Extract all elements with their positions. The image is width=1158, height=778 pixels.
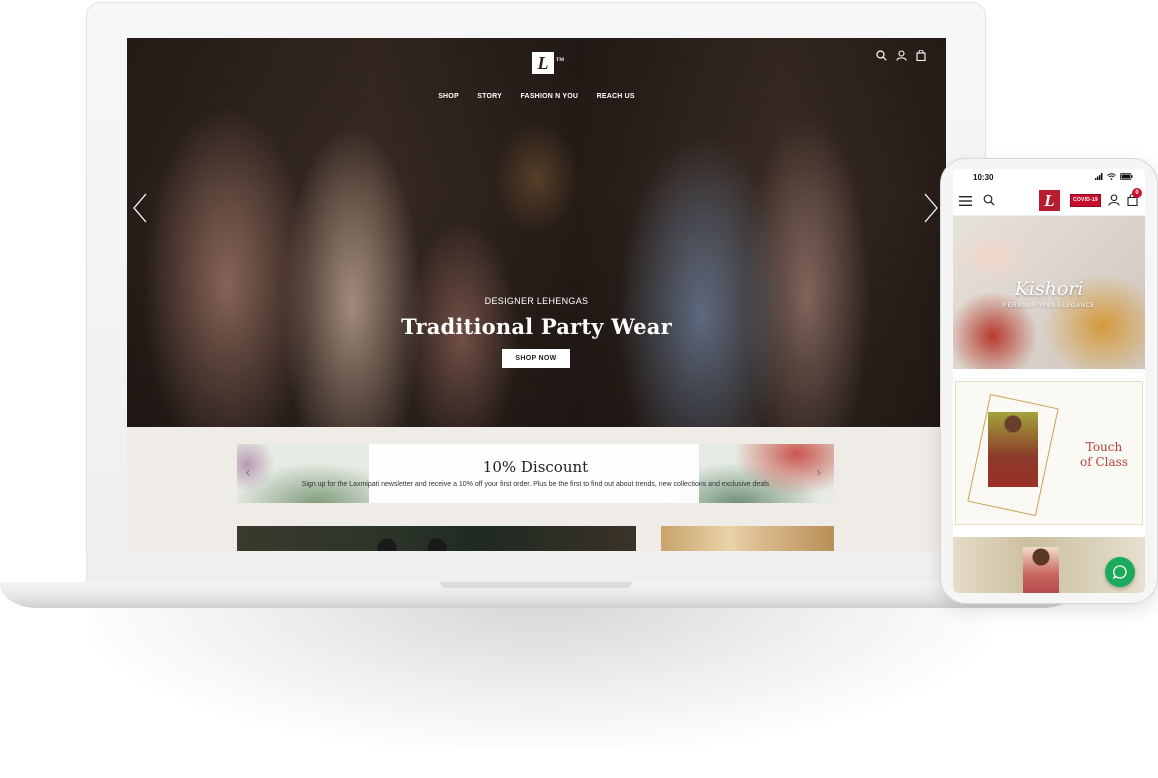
chat-icon <box>1113 565 1127 579</box>
search-icon[interactable] <box>983 194 995 206</box>
newsletter-banner[interactable]: ‹ › 10% Discount Sign up for the Laxmipa… <box>237 444 834 503</box>
discount-text: Sign up for the Laxmipati newsletter and… <box>301 481 770 488</box>
wifi-icon <box>1107 173 1116 180</box>
user-icon[interactable] <box>896 50 907 61</box>
status-time: 10:30 <box>973 173 994 182</box>
touch-line-2: of Class <box>1080 455 1128 469</box>
kishori-banner[interactable]: Kishori PERSONIFYING ELEGANCE <box>953 216 1145 369</box>
desktop-screen: L TM SHOP STORY FASHION N YOU REACH US D… <box>127 38 946 551</box>
kishori-title: Kishori <box>1014 278 1084 300</box>
collection-tile-right[interactable] <box>661 526 834 551</box>
touch-of-class-text: Touch of Class <box>1068 440 1140 470</box>
battery-icon <box>1120 173 1133 180</box>
hero-banner[interactable]: L TM SHOP STORY FASHION N YOU REACH US D… <box>127 38 946 427</box>
discount-title: 10% Discount <box>482 458 589 476</box>
nav-item-reach-us[interactable]: REACH US <box>597 93 635 100</box>
brand-logo[interactable]: L TM <box>532 52 564 74</box>
laptop-shadow <box>90 600 990 750</box>
hero-title: Traditional Party Wear <box>401 314 672 339</box>
touch-line-1: Touch <box>1085 440 1123 454</box>
status-icons <box>1095 173 1133 180</box>
covid-badge[interactable]: COVID-19 <box>1070 194 1101 207</box>
nav-item-story[interactable]: STORY <box>477 93 502 100</box>
chevron-right-icon[interactable] <box>924 193 938 223</box>
status-bar: 10:30 <box>953 169 1145 185</box>
chevron-left-icon[interactable] <box>133 193 147 223</box>
kishori-subtitle: PERSONIFYING ELEGANCE <box>1002 303 1096 309</box>
cart-count-badge: 0 <box>1132 188 1142 198</box>
bag-icon[interactable] <box>916 50 926 61</box>
laptop-notch <box>440 582 632 588</box>
menu-icon[interactable] <box>959 196 972 206</box>
main-nav: SHOP STORY FASHION N YOU REACH US <box>127 85 946 103</box>
user-icon[interactable] <box>1108 194 1120 206</box>
shop-now-button[interactable]: SHOP NOW <box>502 349 570 368</box>
brand-logo-letter: L <box>537 53 549 73</box>
nav-item-fashion-n-you[interactable]: FASHION N YOU <box>520 93 578 100</box>
touch-of-class-banner[interactable]: Touch of Class <box>955 381 1143 525</box>
header-icons <box>876 50 926 61</box>
hero-subtitle: DESIGNER LEHENGAS <box>484 296 589 306</box>
chat-button[interactable] <box>1105 557 1135 587</box>
mobile-header: L COVID-19 0 <box>953 186 1145 216</box>
collection-tile-left[interactable] <box>237 526 636 551</box>
model-image <box>988 412 1038 487</box>
trademark-mark: TM <box>556 58 565 63</box>
showcase: L TM SHOP STORY FASHION N YOU REACH US D… <box>0 0 1158 778</box>
nav-item-shop[interactable]: SHOP <box>438 93 459 100</box>
phone-screen: 10:30 L COVID-19 0 Kishori PERSONIFYING … <box>953 169 1145 593</box>
mobile-logo[interactable]: L <box>1039 190 1060 211</box>
search-icon[interactable] <box>876 50 887 61</box>
signal-icon <box>1095 173 1103 180</box>
model-image <box>1023 547 1059 593</box>
